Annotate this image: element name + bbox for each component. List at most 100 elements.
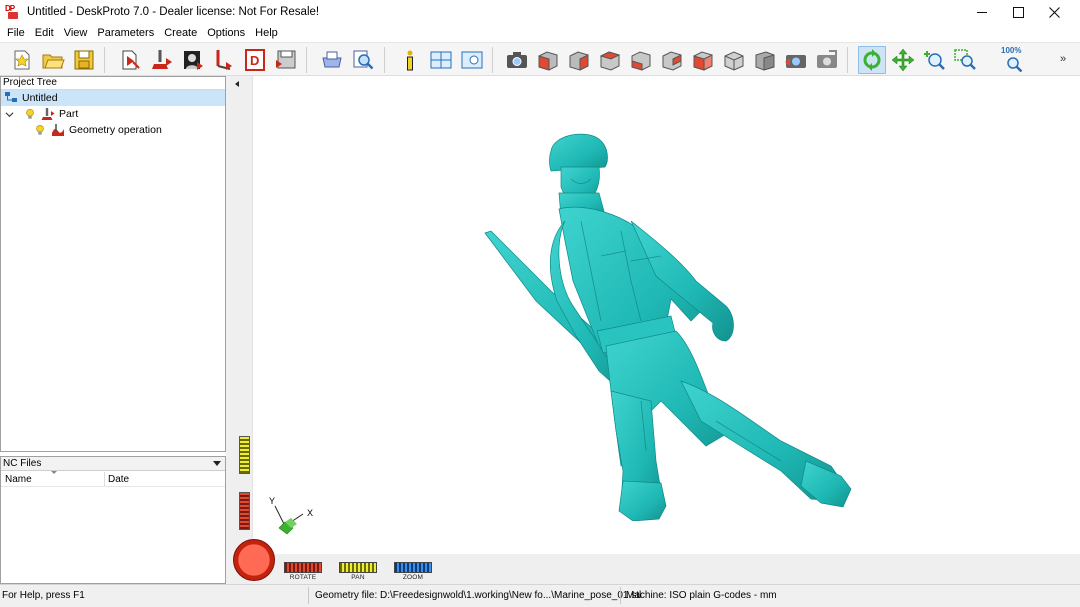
chevron-down-icon[interactable] (3, 107, 15, 121)
maximize-button[interactable] (1000, 0, 1036, 24)
menu-bar: File Edit View Parameters Create Options… (0, 24, 1080, 42)
save-project-icon (74, 50, 94, 70)
window-layout-icon (430, 51, 452, 69)
pan-wheel[interactable] (339, 562, 377, 573)
snapshot-gray-button[interactable] (813, 46, 841, 74)
chevron-down-icon[interactable] (213, 461, 221, 466)
print-button[interactable] (318, 46, 346, 74)
zoom-wheel[interactable] (394, 562, 432, 573)
open-project-button[interactable] (39, 46, 67, 74)
zoom-100-button[interactable]: 100% (998, 46, 1030, 74)
view-left-button[interactable] (596, 46, 624, 74)
column-header-date[interactable]: Date (108, 474, 129, 485)
3d-viewport[interactable]: ROTATE PAN ZOOM Y X (231, 76, 1080, 584)
rotate-mode-button[interactable] (858, 46, 886, 74)
view-iso-icon (724, 51, 744, 71)
save-project-button[interactable] (70, 46, 98, 74)
pan-vertical-slider[interactable] (239, 436, 250, 474)
collapse-panel-icon[interactable] (235, 81, 239, 87)
3d-model-figure[interactable] (481, 131, 861, 521)
view-settings-button[interactable] (458, 46, 486, 74)
menu-file[interactable]: File (2, 24, 30, 42)
status-machine: Machine: ISO plain G-codes - mm (626, 590, 777, 601)
tree-item-untitled[interactable]: Untitled (1, 90, 225, 106)
lightbulb-icon[interactable] (33, 123, 47, 137)
info-button[interactable] (396, 46, 424, 74)
view-bottom-button[interactable] (689, 46, 717, 74)
menu-help[interactable]: Help (250, 24, 283, 42)
view-back-button[interactable] (565, 46, 593, 74)
print-icon (322, 51, 342, 68)
pan-wheel-label: PAN (351, 574, 365, 581)
pan-mode-button[interactable] (889, 46, 917, 74)
part-parameters-button[interactable] (117, 46, 145, 74)
deskproto-window: DP Untitled - DeskProto 7.0 - Dealer lic… (0, 0, 1080, 607)
toolbar-overflow-icon[interactable]: » (1060, 53, 1066, 65)
project-icon (4, 91, 18, 105)
snapshot-red-button[interactable] (782, 46, 810, 74)
drawing-icon: D (245, 49, 265, 71)
create-nc-button[interactable] (272, 46, 300, 74)
preview-button[interactable] (349, 46, 377, 74)
close-button[interactable] (1036, 0, 1072, 24)
nc-files-columns: Name Date (1, 471, 225, 487)
lightbulb-icon[interactable] (23, 107, 37, 121)
view-right-button[interactable] (627, 46, 655, 74)
rotate-dial[interactable] (233, 539, 275, 581)
view-back-icon (569, 51, 589, 71)
vector-button[interactable] (210, 46, 238, 74)
zoom-mode-button[interactable] (920, 46, 948, 74)
project-tree-header: Project Tree (1, 77, 225, 90)
menu-edit[interactable]: Edit (30, 24, 59, 42)
window-layout-button[interactable] (427, 46, 455, 74)
deskproto-app-icon[interactable]: DP (5, 4, 21, 20)
column-header-name[interactable]: Name (5, 474, 32, 485)
pan-mode-icon (891, 48, 915, 72)
rotate-wheel-label: ROTATE (289, 574, 317, 581)
operation-parameters-button[interactable] (148, 46, 176, 74)
column-divider[interactable] (104, 472, 105, 486)
zoom-window-button[interactable] (951, 46, 979, 74)
main-toolbar: D 100% » (0, 42, 1080, 76)
drawing-button[interactable]: D (241, 46, 269, 74)
menu-view[interactable]: View (59, 24, 93, 42)
project-tree-panel: Project Tree Untitled Part Geometry oper… (0, 76, 226, 452)
bitmap-button[interactable] (179, 46, 207, 74)
zoom-wheel-label: ZOOM (402, 574, 424, 581)
view-bottom-icon (693, 51, 713, 71)
view-settings-icon (461, 51, 483, 69)
status-geometry-file: Geometry file: D:\Freedesignwold\1.worki… (315, 590, 642, 601)
view-front-icon (538, 51, 558, 71)
snapshot-red-icon (785, 55, 806, 68)
axis-gizmo-icon (274, 505, 304, 535)
vector-icon (216, 50, 232, 70)
screenshot-button[interactable] (503, 46, 531, 74)
rotate-wheel[interactable] (284, 562, 322, 573)
part-icon (41, 107, 55, 121)
tree-item-part[interactable]: Part (3, 106, 78, 122)
axis-indicator: Y X (265, 494, 321, 538)
view-front-button[interactable] (534, 46, 562, 74)
view-top-button[interactable] (658, 46, 686, 74)
tree-item-geometry-operation[interactable]: Geometry operation (33, 122, 162, 138)
new-project-button[interactable] (8, 46, 36, 74)
info-icon (407, 50, 413, 71)
geometry-operation-icon (51, 123, 65, 137)
menu-parameters[interactable]: Parameters (92, 24, 159, 42)
sort-indicator-icon (51, 471, 57, 474)
view-iso2-icon (755, 51, 775, 71)
bitmap-icon (184, 51, 203, 70)
menu-options[interactable]: Options (202, 24, 250, 42)
view-iso2-button[interactable] (751, 46, 779, 74)
menu-create[interactable]: Create (159, 24, 202, 42)
nc-files-header[interactable]: NC Files (1, 457, 225, 471)
zoom-100-label: 100% (1001, 46, 1022, 55)
snapshot-gray-icon (817, 50, 837, 68)
tree-item-label: Part (59, 108, 79, 120)
screenshot-icon (507, 52, 527, 68)
zoom-mode-icon (924, 51, 945, 70)
minimize-button[interactable] (964, 0, 1000, 24)
rotate-vertical-slider[interactable] (239, 492, 250, 530)
view-iso-button[interactable] (720, 46, 748, 74)
preview-icon (353, 50, 374, 70)
